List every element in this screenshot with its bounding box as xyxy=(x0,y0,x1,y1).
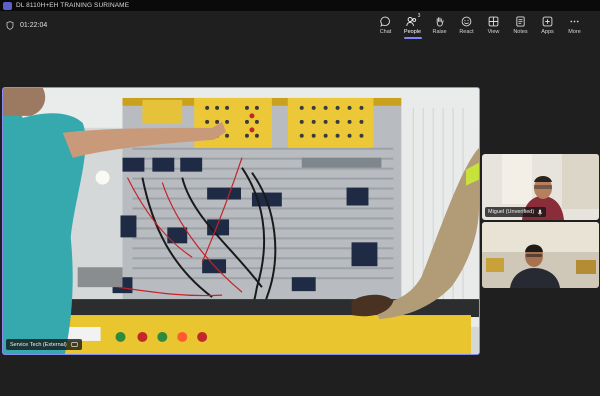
apps-button[interactable]: Apps xyxy=(534,14,561,40)
people-icon xyxy=(405,17,416,26)
apps-label: Apps xyxy=(541,29,554,35)
shield-icon xyxy=(6,21,14,30)
participant-tile[interactable] xyxy=(482,222,599,288)
raise-label: Raise xyxy=(432,29,447,35)
microphone-icon xyxy=(537,209,543,215)
notes-button[interactable]: Notes xyxy=(507,14,534,40)
chat-button[interactable]: Chat xyxy=(372,14,399,40)
hand-icon xyxy=(436,17,444,27)
notes-label: Notes xyxy=(513,29,528,35)
timer-text: 01:22:04 xyxy=(20,22,48,29)
meeting-timer: 01:22:04 xyxy=(6,21,47,30)
chat-label: Chat xyxy=(379,29,392,35)
more-label: More xyxy=(568,29,581,35)
participant-tile[interactable]: Miguel (Unverified) xyxy=(482,154,599,220)
main-video-name-tag: Service Tech (External) xyxy=(6,339,82,350)
window-title: DL 8110H+EH TRAINING SURINAME xyxy=(16,2,130,9)
people-button[interactable]: 3 People xyxy=(399,13,426,40)
people-label: People xyxy=(403,29,422,35)
emoji-icon xyxy=(461,16,472,27)
react-button[interactable]: React xyxy=(453,14,480,40)
plus-icon xyxy=(542,16,553,27)
window-titlebar: DL 8110H+EH TRAINING SURINAME xyxy=(0,0,600,11)
chat-icon xyxy=(380,16,390,27)
participant-name: Miguel (Unverified) xyxy=(488,209,535,215)
notes-icon xyxy=(516,16,525,27)
video-feed xyxy=(3,88,479,354)
grid-icon xyxy=(488,16,499,27)
participant-name-tag: Miguel (Unverified) xyxy=(485,207,547,217)
meeting-toolbar: Chat 3 People Raise React View Notes App… xyxy=(372,13,588,40)
screen-share-icon xyxy=(71,342,78,347)
participant-video xyxy=(482,222,599,288)
meeting-bar: 01:22:04 Chat 3 People Raise React View xyxy=(0,11,600,43)
main-video-stage[interactable]: Service Tech (External) xyxy=(2,87,480,355)
people-count: 3 xyxy=(417,13,421,19)
raise-hand-button[interactable]: Raise xyxy=(426,14,453,40)
view-button[interactable]: View xyxy=(480,14,507,40)
more-icon xyxy=(570,20,579,23)
teams-logo-icon xyxy=(3,1,12,10)
more-button[interactable]: More xyxy=(561,14,588,40)
react-label: React xyxy=(459,29,474,35)
main-participant-name: Service Tech (External) xyxy=(10,341,67,348)
view-label: View xyxy=(487,29,500,35)
